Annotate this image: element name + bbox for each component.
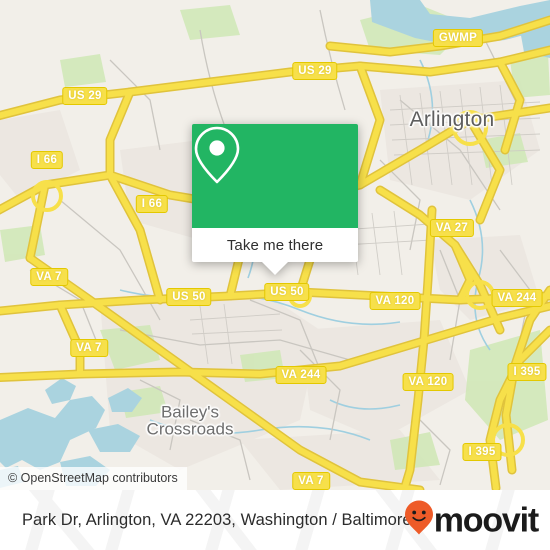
road-shield: US 29 (292, 62, 338, 80)
road-shield: VA 7 (292, 472, 330, 490)
moovit-logo[interactable]: moovit (404, 500, 539, 541)
moovit-wordmark: moovit (433, 501, 539, 539)
map-canvas[interactable]: GWMP US 29 US 29 I 66 I 66 VA 27 VA 7 US… (0, 0, 550, 490)
road-shield: VA 120 (402, 373, 454, 391)
popup-header (192, 124, 358, 228)
road-shield: VA 244 (275, 366, 327, 384)
road-shield: VA 7 (70, 339, 108, 357)
road-shield: US 50 (264, 283, 310, 301)
osm-attribution[interactable]: © OpenStreetMap contributors (0, 467, 187, 490)
take-me-there-label: Take me there (226, 236, 324, 254)
road-shield: I 66 (135, 195, 169, 213)
screenshot-root: GWMP US 29 US 29 I 66 I 66 VA 27 VA 7 US… (0, 0, 550, 550)
road-shield: VA 27 (429, 219, 475, 237)
footer-bar: Park Dr, Arlington, VA 22203, Washington… (0, 490, 550, 550)
road-shield: US 50 (166, 288, 212, 306)
place-label-arlington: Arlington (409, 108, 495, 131)
popup-pointer (262, 262, 288, 275)
road-shield: GWMP (432, 29, 484, 47)
road-shield: I 66 (30, 151, 64, 169)
road-shield: VA 7 (30, 268, 68, 286)
location-title: Park Dr, Arlington, VA 22203, Washington… (22, 510, 412, 529)
place-label-crossroads: Crossroads (146, 419, 234, 439)
popup-footer[interactable]: Take me there (192, 228, 358, 275)
moovit-pin-icon (404, 500, 434, 541)
road-shield: I 395 (462, 443, 502, 461)
road-shield: VA 244 (491, 289, 543, 307)
road-shield: VA 120 (369, 292, 421, 310)
road-shield: I 395 (507, 363, 547, 381)
road-shield: US 29 (62, 87, 108, 105)
location-popup-card[interactable]: Take me there (192, 124, 358, 275)
